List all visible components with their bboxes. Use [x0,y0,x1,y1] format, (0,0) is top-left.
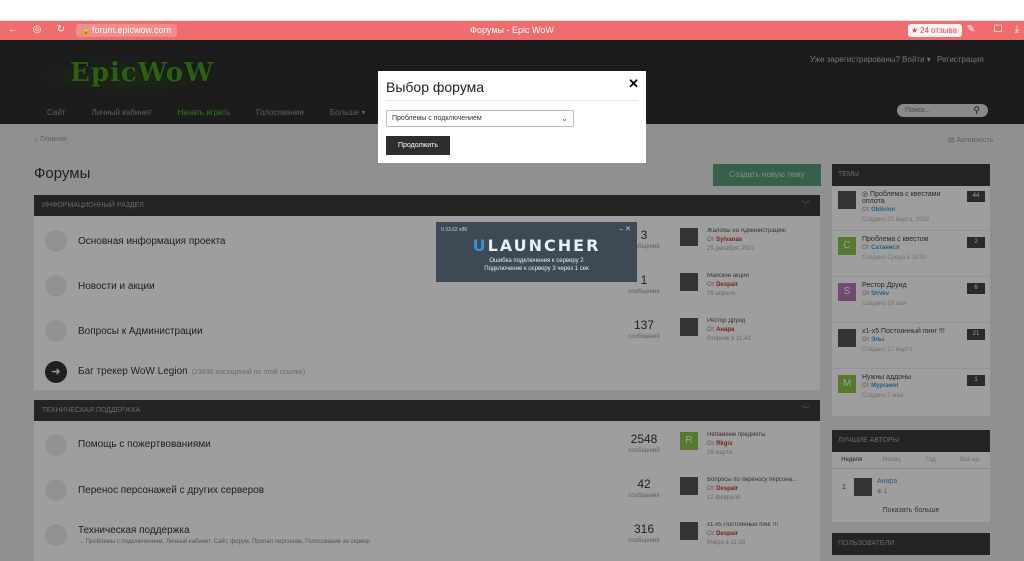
bookmark-icon[interactable]: ✎ [965,24,977,36]
share-icon[interactable]: ☐ [992,24,1004,36]
launcher-logo: ULAUNCHER [436,236,637,255]
star-icon: ★ [911,26,919,35]
launcher-logo-u: U [472,236,488,255]
divider [386,100,638,101]
window-controls: – ✕ [619,225,631,233]
reviews-badge[interactable]: ★ 24 отзыва [908,24,963,37]
download-icon[interactable]: ⤓ [1011,24,1023,36]
forum-select-dialog: Выбор форума ✕ Проблемы с подключением ⌄… [378,71,646,163]
minimize-icon[interactable]: – [619,226,623,233]
tab-title: Форумы - Epic WoW [470,25,554,35]
forum-select-value: Проблемы с подключением [392,115,482,122]
launcher-status-message: Подключение к серверу 3 через 1 сек [484,266,589,272]
reviews-text: 24 отзыва [920,26,958,35]
launcher-window[interactable]: 0.33.62 x86 – ✕ ULAUNCHER Ошибка подключ… [436,222,637,282]
chevron-down-icon: ⌄ [561,114,568,123]
close-icon[interactable]: ✕ [625,226,631,233]
launcher-logo-rest: LAUNCHER [487,236,601,255]
forum-select[interactable]: Проблемы с подключением ⌄ [386,110,574,127]
launcher-error-message: Ошибка подключения к серверу 2 [489,258,584,264]
top-strip [0,0,1024,21]
launcher-version: 0.33.62 x86 [441,227,468,233]
browser-toolbar: ← ◎ ↻ 🔒 forum.epicwow.com Форумы - Epic … [0,21,1024,40]
close-icon[interactable]: ✕ [628,76,639,92]
continue-button[interactable]: Продолжить [386,136,450,155]
dialog-title: Выбор форума [386,79,485,95]
